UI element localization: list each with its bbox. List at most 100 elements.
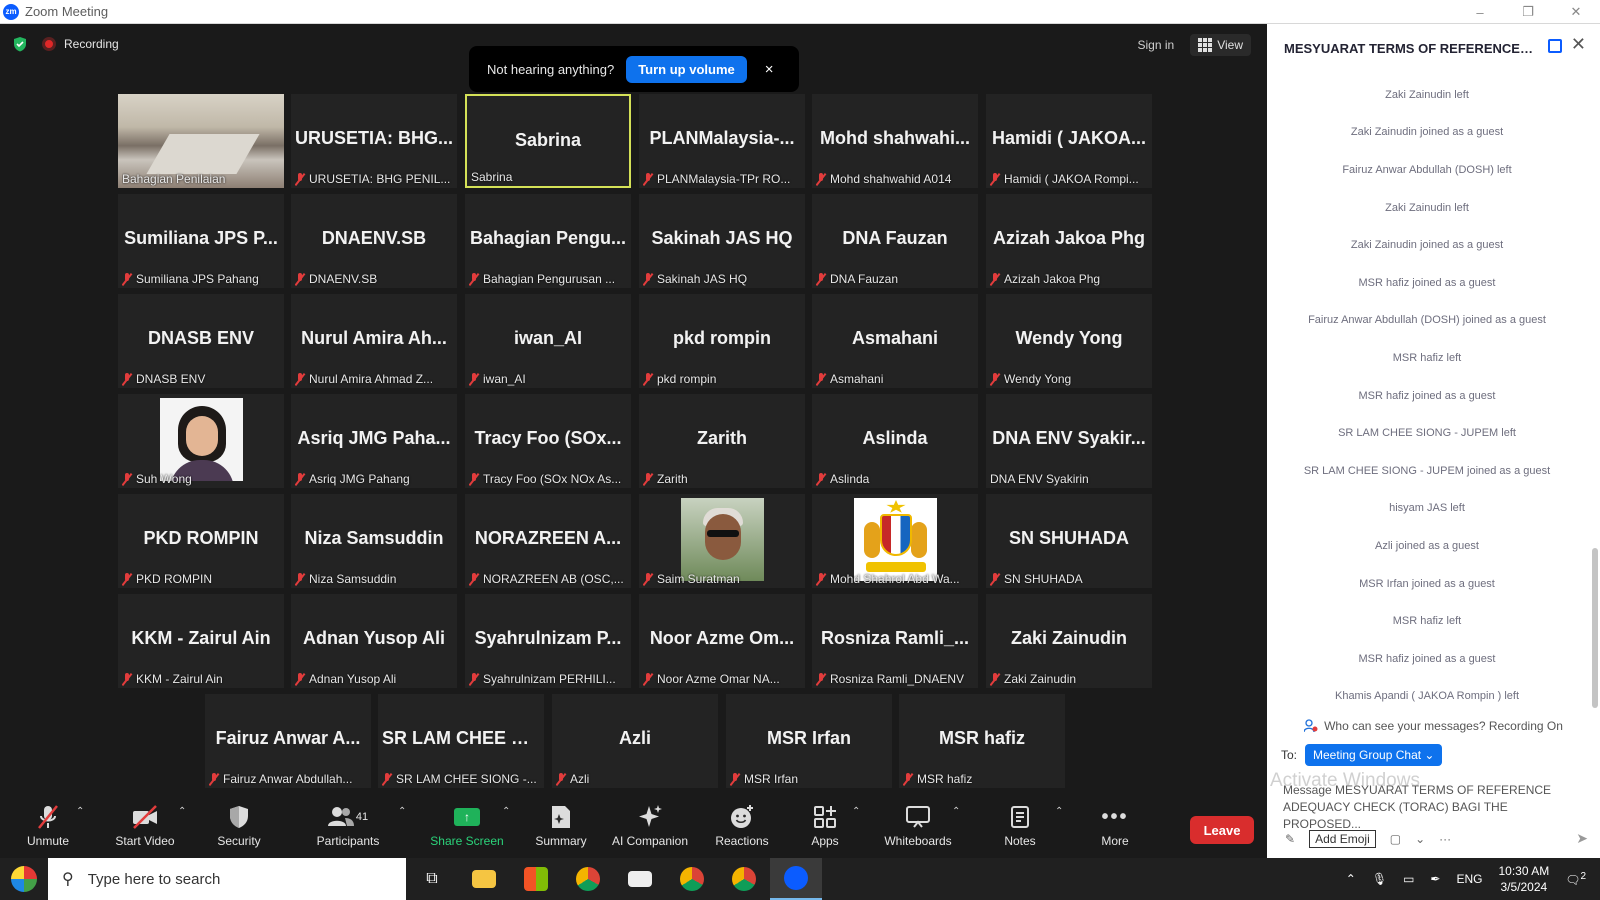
sign-in-button[interactable]: Sign in (1130, 34, 1183, 56)
participant-tile[interactable]: DNA ENV Syakir... DNA ENV Syakirin (986, 394, 1152, 488)
more-options-chevron-icon[interactable]: ⌄ (1415, 832, 1425, 846)
security-button[interactable]: Security (194, 804, 284, 848)
participant-tile[interactable]: NORAZREEN A... NORAZREEN AB (OSC,... (465, 494, 631, 588)
whiteboards-button[interactable]: Whiteboards (873, 804, 963, 848)
participant-tile[interactable]: Asmahani Asmahani (812, 294, 978, 388)
participant-tile[interactable]: Azli Azli (552, 694, 718, 788)
restore-button[interactable]: ❐ (1504, 0, 1552, 24)
muted-microphone-icon (295, 172, 305, 186)
participant-tile[interactable]: DNA Fauzan DNA Fauzan (812, 194, 978, 288)
chat-message-list[interactable]: Zaki Zainudin left Zaki Zainudin joined a… (1267, 76, 1587, 726)
meeting-toolbar: Unmute ⌃ Start Video ⌃ Security 41 Parti… (0, 796, 1267, 858)
turn-up-volume-button[interactable]: Turn up volume (626, 55, 747, 83)
start-video-button[interactable]: Start Video (100, 804, 190, 848)
participant-tile[interactable]: SN SHUHADA SN SHUHADA (986, 494, 1152, 588)
show-hidden-icons-chevron-icon[interactable]: ⌃ (1346, 872, 1356, 886)
encryption-shield-icon[interactable] (12, 36, 28, 52)
pen-icon[interactable]: ✒ (1430, 872, 1440, 886)
taskbar-clock[interactable]: 10:30 AM 3/5/2024 (1499, 863, 1550, 895)
leave-button[interactable]: Leave (1190, 816, 1254, 844)
reactions-button[interactable]: Reactions (697, 804, 787, 848)
participant-tile[interactable]: DNASB ENV DNASB ENV (118, 294, 284, 388)
participant-tile[interactable]: Sumiliana JPS P... Sumiliana JPS Pahang (118, 194, 284, 288)
minimize-button[interactable]: – (1456, 0, 1504, 24)
participant-tile[interactable]: Adnan Yusop Ali Adnan Yusop Ali (291, 594, 457, 688)
participant-tile[interactable]: Aslinda Aslinda (812, 394, 978, 488)
close-chat-icon[interactable]: ✕ (1571, 34, 1586, 55)
close-notification-icon[interactable]: × (765, 61, 774, 78)
participant-tile[interactable]: Zaki Zainudin Zaki Zainudin (986, 594, 1152, 688)
more-button[interactable]: ••• More (1070, 804, 1160, 849)
share-options-chevron-icon[interactable]: ⌃ (502, 806, 510, 817)
video-options-chevron-icon[interactable]: ⌃ (178, 806, 186, 817)
participant-tile[interactable]: Noor Azme Om... Noor Azme Omar NA... (639, 594, 805, 688)
participant-tile[interactable]: Zarith Zarith (639, 394, 805, 488)
more-tools-icon[interactable]: ··· (1439, 832, 1451, 846)
participant-tile[interactable]: Tracy Foo (SOx... Tracy Foo (SOx NOx As..… (465, 394, 631, 488)
share-screen-button[interactable]: ↑ Share Screen (422, 804, 512, 848)
apps-chevron-icon[interactable]: ⌃ (852, 806, 860, 817)
participant-tile[interactable]: Wendy Yong Wendy Yong (986, 294, 1152, 388)
file-explorer-button[interactable] (458, 858, 510, 900)
participant-tile[interactable]: Rosniza Ramli_... Rosniza Ramli_DNAENV (812, 594, 978, 688)
search-placeholder: Type here to search (87, 870, 221, 888)
message-visibility-info[interactable]: Who can see your messages? Recording On (1267, 712, 1600, 740)
participant-tile[interactable]: Azizah Jakoa Phg Azizah Jakoa Phg (986, 194, 1152, 288)
chrome-profile-r-button[interactable] (718, 858, 770, 900)
ai-companion-button[interactable]: AI Companion (605, 804, 695, 848)
pop-out-icon[interactable] (1548, 39, 1562, 53)
notes-chevron-icon[interactable]: ⌃ (1055, 806, 1063, 817)
notes-button[interactable]: Notes (975, 804, 1065, 848)
summary-button[interactable]: Summary (516, 804, 606, 848)
whiteboards-chevron-icon[interactable]: ⌃ (952, 806, 960, 817)
start-button[interactable] (0, 858, 48, 900)
zoom-taskbar-button[interactable] (770, 858, 822, 900)
language-indicator[interactable]: ENG (1456, 872, 1482, 886)
participant-tile[interactable]: Hamidi ( JAKOA... Hamidi ( JAKOA Rompi... (986, 94, 1152, 188)
participant-tile[interactable]: PLANMalaysia-... PLANMalaysia-TPr RO... (639, 94, 805, 188)
participant-tile[interactable]: Bahagian Pengu... Bahagian Pengurusan ... (465, 194, 631, 288)
microphone-icon[interactable]: 🎙 (1372, 872, 1387, 886)
participant-tile[interactable]: Nurul Amira Ah... Nurul Amira Ahmad Z... (291, 294, 457, 388)
mail-button[interactable] (614, 858, 666, 900)
participant-tile[interactable]: pkd rompin pkd rompin (639, 294, 805, 388)
notifications-icon[interactable]: 🗨2 (1565, 871, 1586, 887)
participant-tile[interactable]: PKD ROMPIN PKD ROMPIN (118, 494, 284, 588)
participant-tile[interactable]: Asriq JMG Paha... Asriq JMG Pahang (291, 394, 457, 488)
chrome-button[interactable] (562, 858, 614, 900)
participant-tile[interactable]: Bahagian Penilaian (118, 94, 284, 188)
participant-tile[interactable]: iwan_AI iwan_AI (465, 294, 631, 388)
participant-tile[interactable]: Fairuz Anwar A... Fairuz Anwar Abdullah..… (205, 694, 371, 788)
participant-tile[interactable]: Sabrina Sabrina (465, 94, 631, 188)
send-icon[interactable]: ➤ (1576, 830, 1588, 847)
summary-document-icon (552, 806, 570, 828)
participant-tile[interactable]: MSR hafiz MSR hafiz (899, 694, 1065, 788)
chrome-profile-button[interactable] (666, 858, 718, 900)
chat-scrollbar[interactable] (1592, 548, 1598, 708)
screenshot-icon[interactable]: ▢ (1390, 832, 1401, 846)
participant-tile[interactable]: KKM - Zairul Ain KKM - Zairul Ain (118, 594, 284, 688)
participant-tile[interactable]: SR LAM CHEE SI... SR LAM CHEE SIONG -... (378, 694, 544, 788)
participant-tile[interactable]: MSR Irfan MSR Irfan (726, 694, 892, 788)
close-window-button[interactable]: ✕ (1552, 0, 1600, 24)
participant-tile[interactable]: Niza Samsuddin Niza Samsuddin (291, 494, 457, 588)
participant-tile[interactable]: Suh Wong (118, 394, 284, 488)
participant-tile[interactable]: URUSETIA: BHG... URUSETIA: BHG PENIL... (291, 94, 457, 188)
participants-chevron-icon[interactable]: ⌃ (398, 806, 406, 817)
participant-tile[interactable]: Mohd shahwahi... Mohd shahwahid A014 (812, 94, 978, 188)
battery-icon[interactable]: ▭ (1403, 872, 1414, 886)
participants-button[interactable]: 41 Participants (303, 804, 393, 848)
format-text-icon[interactable]: ✎ (1285, 832, 1295, 846)
view-button[interactable]: View (1190, 34, 1251, 56)
audio-options-chevron-icon[interactable]: ⌃ (76, 806, 84, 817)
taskbar-search-box[interactable]: ⚲ Type here to search (48, 858, 406, 900)
recording-indicator-icon[interactable] (42, 37, 56, 51)
participant-tile[interactable]: Sakinah JAS HQ Sakinah JAS HQ (639, 194, 805, 288)
task-view-button[interactable]: ⧉ (406, 858, 458, 900)
participant-tile[interactable]: Syahrulnizam P... Syahrulnizam PERHILI... (465, 594, 631, 688)
participant-tile[interactable]: Mohd Shahrol Abd Wa... (812, 494, 978, 588)
recipient-dropdown[interactable]: Meeting Group Chat ⌄ (1305, 744, 1443, 766)
participant-tile[interactable]: Saim Suratman (639, 494, 805, 588)
participant-tile[interactable]: DNAENV.SB DNAENV.SB (291, 194, 457, 288)
store-button[interactable] (510, 858, 562, 900)
